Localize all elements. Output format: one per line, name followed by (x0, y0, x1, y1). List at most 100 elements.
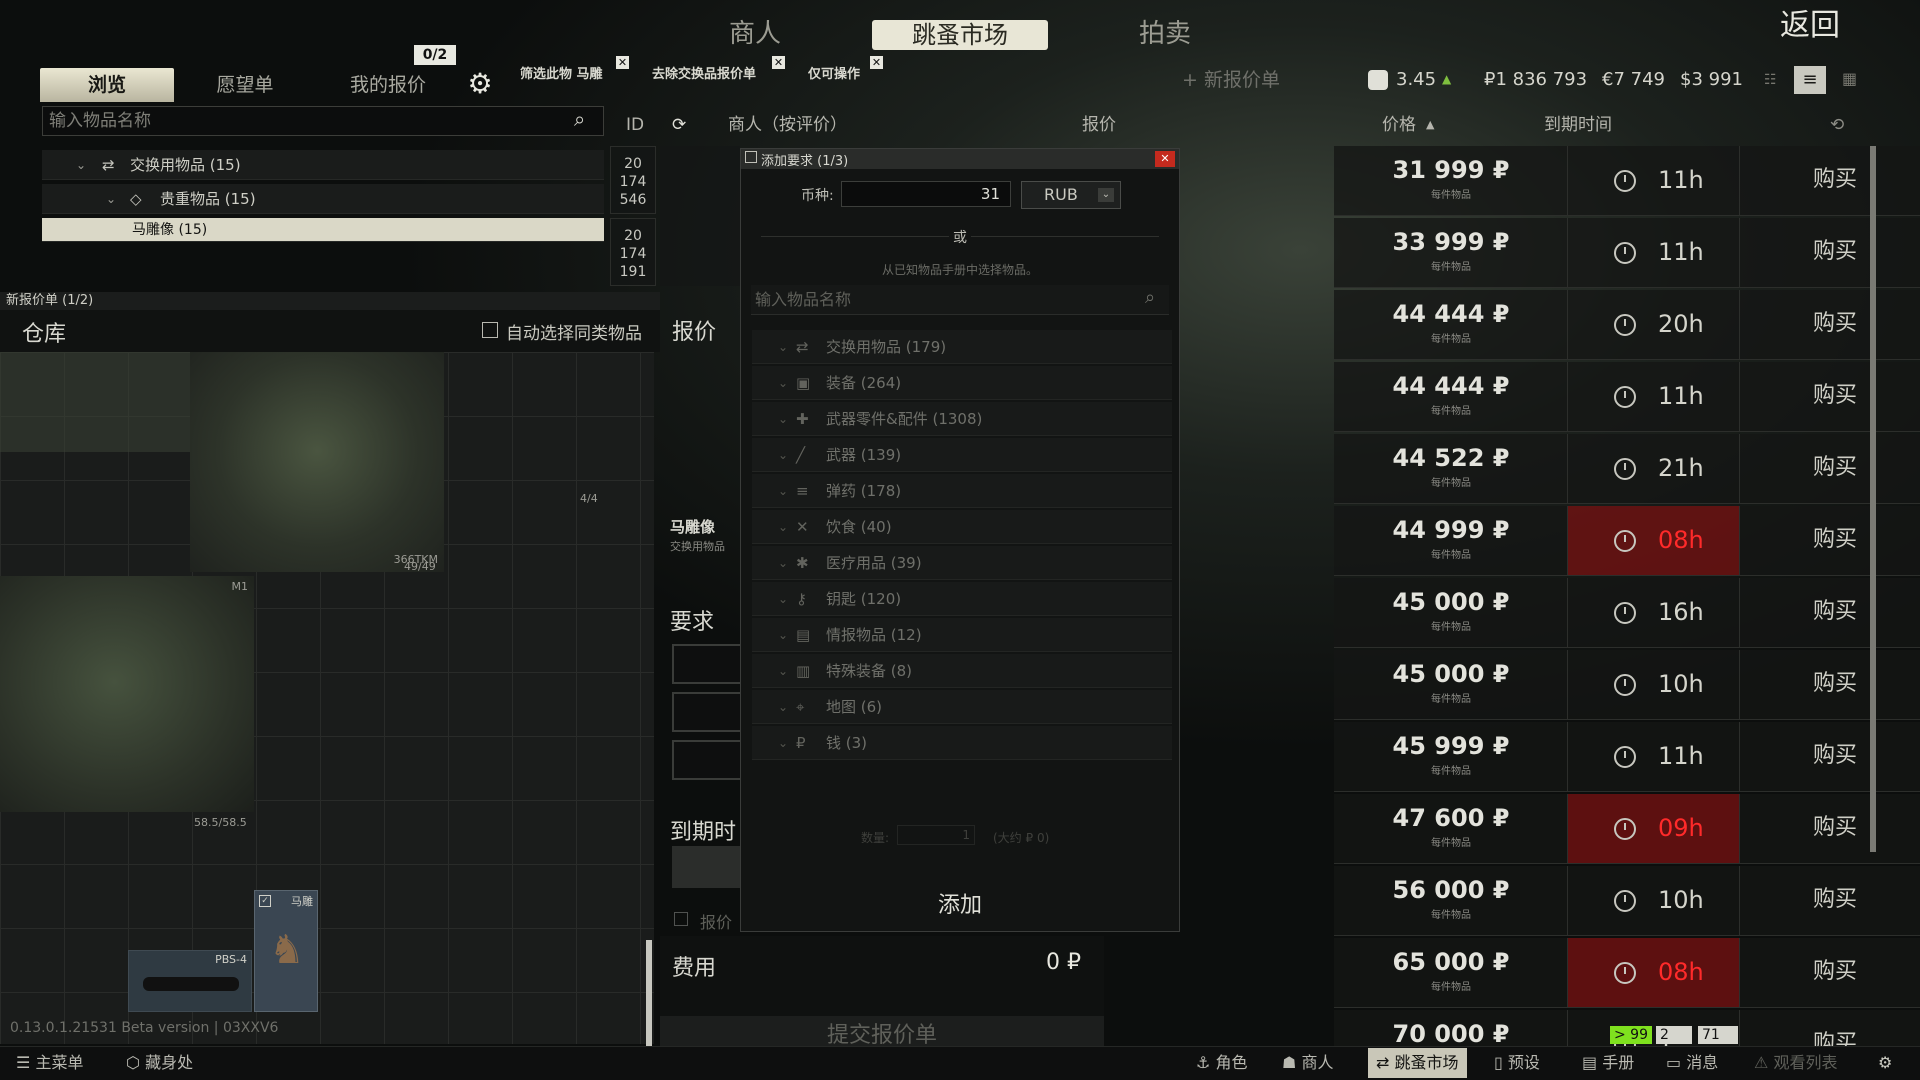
submit-offer-button[interactable]: 提交报价单 (660, 1016, 1104, 1050)
buy-button[interactable]: 购买 (1740, 958, 1920, 986)
buy-button[interactable]: 购买 (1740, 526, 1920, 554)
buy-button[interactable]: 购买 (1740, 238, 1920, 266)
view-list-icon[interactable]: ≡ (1794, 66, 1826, 94)
category-item[interactable]: ⌄ ⚷ 钥匙 (120) (752, 582, 1172, 616)
settings-gear-icon[interactable]: ⚙ (1878, 1048, 1892, 1078)
auto-refresh-icon[interactable]: ⟲ (1830, 112, 1844, 138)
check-icon: ✓ (259, 895, 271, 907)
dialog-search-input[interactable]: 输入物品名称 (751, 285, 1169, 315)
category-item[interactable]: ⌄ ✱ 医疗用品 (39) (752, 546, 1172, 580)
column-expire[interactable]: 到期时间 (1544, 112, 1612, 138)
tree-item-valuables[interactable]: ⌄ ◇ 贵重物品 (15) (42, 184, 604, 214)
category-item[interactable]: ⌄ ⌖ 地图 (6) (752, 690, 1172, 724)
buy-button[interactable]: 购买 (1740, 886, 1920, 914)
quantity-input[interactable]: 1 (897, 825, 975, 845)
presets-label: 预设 (1507, 1053, 1540, 1072)
traders-button[interactable]: ☗ 商人 (1282, 1048, 1333, 1078)
tab-flea-market[interactable]: 跳蚤市场 (872, 20, 1048, 50)
tab-browse[interactable]: 浏览 (40, 68, 174, 102)
expire-time: 08h (1568, 506, 1740, 576)
search-input[interactable]: 输入物品名称 (42, 106, 604, 136)
stash-item-vest[interactable]: M1 (0, 576, 254, 812)
price-cell: 44 444 ₽ 每件物品 (1334, 290, 1568, 360)
tab-traders[interactable]: 商人 (700, 16, 810, 52)
filter-chip-item[interactable]: 筛选此物 马雕 ✕ (520, 56, 629, 86)
stash-grid[interactable]: 366TKM 4/4 49/49 M1 58.5/58.5 PBS-4 ✓ 马雕… (0, 352, 654, 1044)
category-item[interactable]: ⌄ ✕ 饮食 (40) (752, 510, 1172, 544)
category-item[interactable]: ⌄ ⇄ 交换用物品 (179) (752, 330, 1172, 364)
close-icon[interactable]: ✕ (772, 56, 785, 69)
close-icon[interactable]: ✕ (870, 56, 883, 69)
expire-cell: 08h (1568, 506, 1740, 576)
expire-select[interactable] (672, 846, 742, 888)
buy-button[interactable]: 购买 (1740, 742, 1920, 770)
buy-button[interactable]: 购买 (1740, 382, 1920, 410)
stash-item-rig[interactable] (0, 352, 190, 452)
watchlist-button[interactable]: ⚠ 观看列表 (1754, 1048, 1837, 1078)
currency-amount-input[interactable]: 31 (841, 181, 1011, 207)
buy-button[interactable]: 购买 (1740, 454, 1920, 482)
view-grid-icon[interactable]: ▦ (1842, 70, 1860, 88)
character-button[interactable]: ⚓ 角色 (1196, 1048, 1247, 1078)
currency-select[interactable]: RUB ⌄ (1021, 181, 1121, 209)
stash-scrollbar[interactable] (646, 940, 652, 1048)
messages-button[interactable]: ▭ 消息 (1666, 1048, 1718, 1078)
stash-title: 仓库 (22, 322, 67, 347)
add-button[interactable]: 添加 (741, 887, 1179, 919)
offer-row: 33 999 ₽每件物品11h购买⌄ (1104, 218, 1920, 288)
tab-auction[interactable]: 拍卖 (1110, 16, 1220, 52)
buy-button[interactable]: 购买 (1740, 670, 1920, 698)
handbook-button[interactable]: ▤ 手册 (1582, 1048, 1634, 1078)
category-item[interactable]: ⌄ ≡ 弹药 (178) (752, 474, 1172, 508)
column-price[interactable]: 价格 (1382, 112, 1416, 138)
settings-gear-icon[interactable]: ⚙ (466, 70, 494, 98)
search-icon[interactable]: ⌕ (574, 107, 585, 131)
category-item[interactable]: ⌄ ✚ 武器零件&配件 (1308) (752, 402, 1172, 436)
tree-item-barter[interactable]: ⌄ ⇄ 交换用物品 (15) (42, 150, 604, 180)
filter-chip-barter[interactable]: 去除交换品报价单 ✕ (652, 56, 785, 86)
expire-time-text: 20h (1658, 310, 1704, 338)
main-menu-label: 主菜单 (35, 1053, 84, 1072)
tab-wishlist[interactable]: 愿望单 (190, 68, 300, 102)
offer-checkbox[interactable] (674, 912, 688, 926)
hideout-icon: ⬡ (126, 1053, 146, 1072)
stash-item-pbs4[interactable]: PBS-4 (128, 950, 252, 1012)
buy-button[interactable]: 购买 (1740, 310, 1920, 338)
main-menu-button[interactable]: ☰ 主菜单 (16, 1048, 83, 1078)
flea-market-button[interactable]: ⇄ 跳蚤市场 (1368, 1048, 1467, 1078)
tree-item-horse-statue[interactable]: 马雕像 (15) (42, 218, 604, 242)
auto-select-checkbox[interactable] (482, 322, 498, 338)
buy-button[interactable]: 购买 (1740, 814, 1920, 842)
clock-icon (1614, 458, 1636, 480)
category-item[interactable]: ⌄ ▥ 特殊装备 (8) (752, 654, 1172, 688)
column-id[interactable]: ID (626, 112, 644, 138)
category-item[interactable]: ⌄ ₽ 钱 (3) (752, 726, 1172, 760)
requirement-slot-3[interactable] (672, 740, 742, 780)
new-offer-button[interactable]: + 新报价单 (1182, 68, 1280, 92)
chevron-down-icon: ⌄ (778, 628, 789, 642)
refresh-icon[interactable]: ⟳ (672, 112, 686, 138)
close-icon[interactable]: ✕ (1155, 151, 1175, 167)
buy-button[interactable]: 购买 (1740, 598, 1920, 626)
buy-button[interactable]: 购买 (1740, 166, 1920, 194)
back-button[interactable]: 返回 (1760, 8, 1860, 44)
offer-list-scrollbar[interactable] (1870, 146, 1876, 852)
stash-item-armor[interactable]: 366TKM (190, 352, 444, 572)
sort-up-icon: ▲ (1426, 118, 1435, 131)
category-item[interactable]: ⌄ ▣ 装备 (264) (752, 366, 1172, 400)
presets-button[interactable]: ▯ 预设 (1494, 1048, 1540, 1078)
search-icon[interactable]: ⌕ (1145, 287, 1155, 308)
offer-row: 47 600 ₽每件物品09h购买⌄ (1104, 794, 1920, 864)
column-seller[interactable]: 商人（按评价） (728, 112, 847, 138)
view-small-icon[interactable]: ☷ (1764, 72, 1780, 88)
category-label: 地图 (6) (826, 698, 883, 716)
requirement-slot-2[interactable] (672, 692, 742, 732)
filter-chip-actionable[interactable]: 仅可操作 ✕ (808, 56, 883, 86)
stash-item-horse-statue[interactable]: ✓ 马雕 ♞ (254, 890, 318, 1012)
category-item[interactable]: ⌄ ▤ 情报物品 (12) (752, 618, 1172, 652)
hideout-button[interactable]: ⬡ 藏身处 (126, 1048, 193, 1078)
tab-my-offers[interactable]: 我的报价 (330, 68, 446, 102)
close-icon[interactable]: ✕ (616, 56, 629, 69)
requirement-slot-1[interactable] (672, 644, 742, 684)
category-item[interactable]: ⌄ ╱ 武器 (139) (752, 438, 1172, 472)
